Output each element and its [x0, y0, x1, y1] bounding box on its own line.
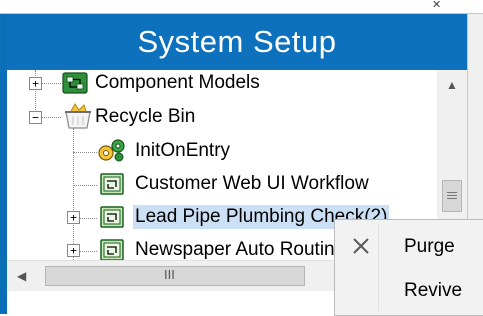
- menu-item-purge[interactable]: Purge: [335, 227, 483, 267]
- tree-item-label: Newspaper Auto Routing: [135, 239, 346, 260]
- grip-line: [447, 198, 457, 199]
- recycle-bin-icon: [65, 103, 91, 129]
- menu-item-label: Revive: [404, 280, 463, 301]
- collapse-icon[interactable]: −: [29, 111, 42, 124]
- grip-lines: III: [164, 267, 175, 282]
- tree-item-init-on-entry[interactable]: InitOnEntry: [7, 135, 437, 167]
- tree-item-label: InitOnEntry: [135, 140, 231, 161]
- grip-line: [447, 195, 457, 196]
- context-menu: Purge Revive: [334, 219, 483, 316]
- expand-icon[interactable]: +: [67, 211, 80, 224]
- expand-icon[interactable]: +: [67, 244, 80, 257]
- tree-item-recycle-bin[interactable]: − Recycle Bin: [7, 101, 437, 133]
- panel-title: System Setup: [137, 24, 337, 59]
- tree-item-label: Component Models: [95, 72, 260, 93]
- close-icon: [353, 238, 369, 254]
- component-models-icon: [62, 72, 88, 94]
- workflow-icon: [100, 239, 124, 260]
- expand-icon[interactable]: +: [29, 77, 42, 90]
- workflow-icon: [100, 173, 124, 195]
- close-icon[interactable]: ✕: [432, 0, 442, 11]
- tree-item-component-models[interactable]: + Component Models: [7, 70, 437, 99]
- tree-item-label: Recycle Bin: [95, 106, 196, 127]
- workflow-icon: [100, 206, 124, 228]
- scroll-up-icon[interactable]: ▲: [446, 78, 458, 92]
- grip-line: [447, 192, 457, 193]
- panel-header: System Setup: [7, 14, 467, 70]
- vertical-scroll-thumb[interactable]: [442, 180, 462, 212]
- window-top-strip: ✕: [0, 0, 483, 14]
- tree-item-label: Customer Web UI Workflow: [135, 173, 369, 194]
- scroll-left-icon[interactable]: ◀: [17, 269, 26, 283]
- menu-item-label: Purge: [404, 236, 455, 257]
- tree-item-customer-web-ui-workflow[interactable]: Customer Web UI Workflow: [7, 168, 437, 200]
- horizontal-scroll-thumb[interactable]: III: [45, 266, 305, 286]
- init-on-entry-icon: [98, 139, 125, 162]
- menu-item-revive[interactable]: Revive: [335, 271, 483, 311]
